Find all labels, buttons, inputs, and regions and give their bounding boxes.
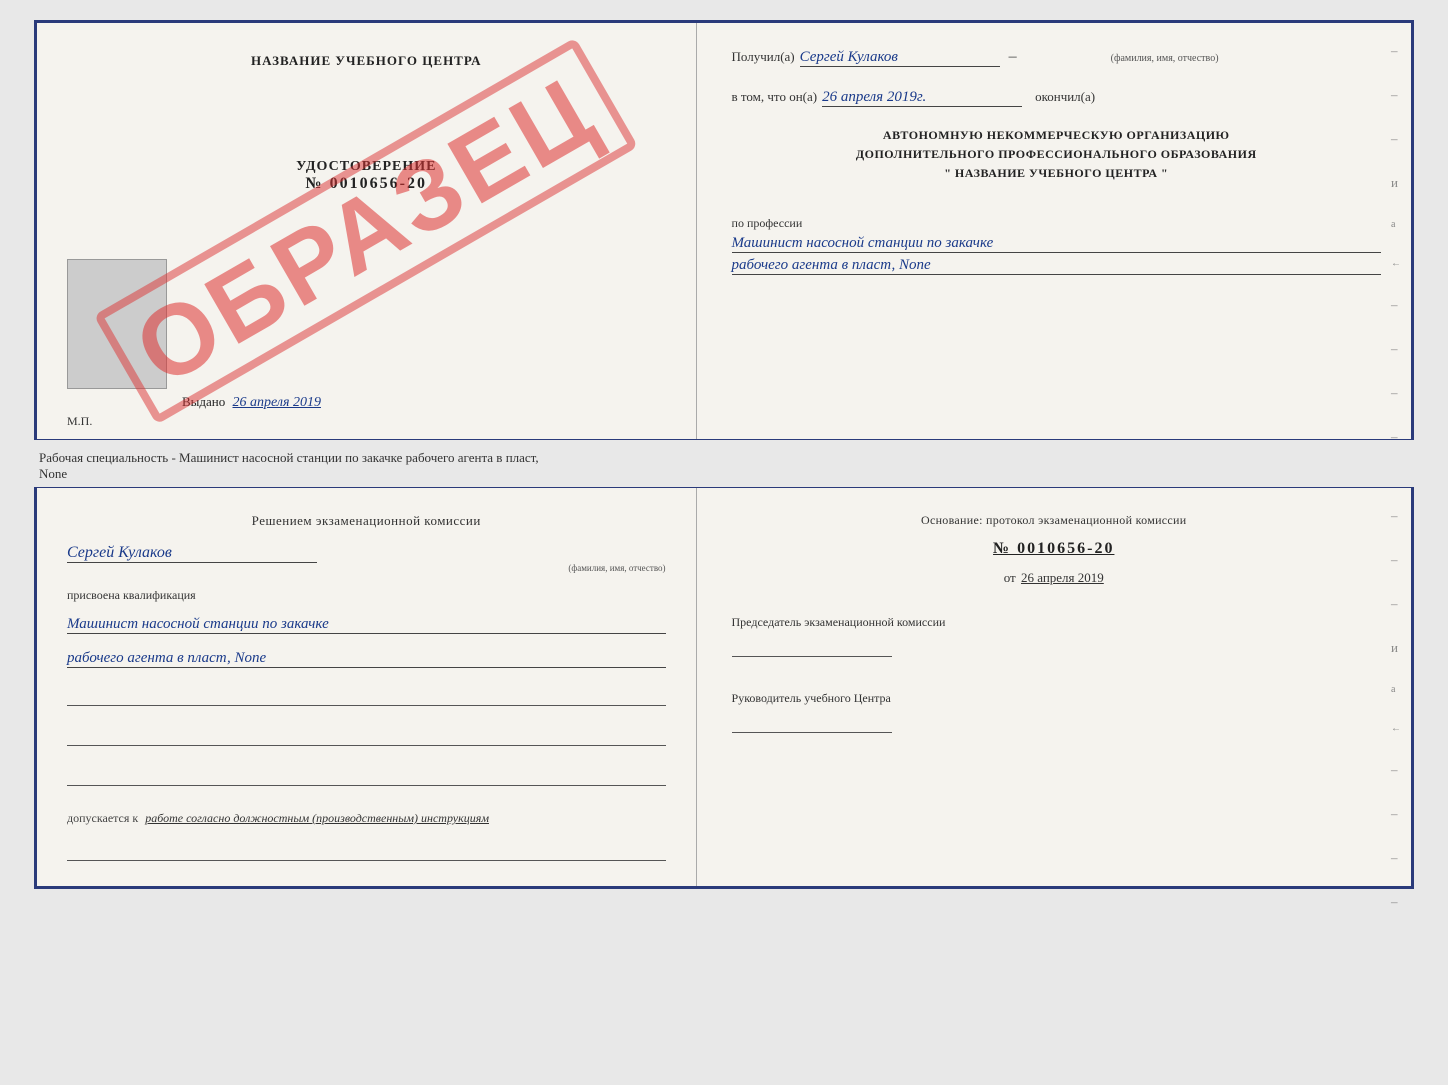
protocol-number: № 0010656-20 [732,540,1376,558]
org-line2: ДОПОЛНИТЕЛЬНОГО ПРОФЕССИОНАЛЬНОГО ОБРАЗО… [732,145,1381,164]
received-row: Получил(а) Сергей Кулаков – (фамилия, им… [732,48,1381,67]
received-label: Получил(а) [732,49,795,65]
cert-label: УДОСТОВЕРЕНИЕ [296,159,436,175]
issued-date-value: 26 апреля 2019 [233,395,321,410]
org-line3: " НАЗВАНИЕ УЧЕБНОГО ЦЕНТРА " [732,164,1381,183]
date-label: в том, что он(а) [732,89,818,105]
org-block: АВТОНОМНУЮ НЕКОММЕРЧЕСКУЮ ОРГАНИЗАЦИЮ ДО… [732,126,1381,184]
issued-label: Выдано [182,394,225,409]
issued-date: Выдано 26 апреля 2019 [182,394,321,411]
basis-text: Основание: протокол экзаменационной коми… [732,513,1376,528]
head-block: Руководитель учебного Центра [732,689,1376,738]
blank-line-1 [67,686,666,706]
bottom-name: Сергей Кулаков [67,544,317,563]
допускается-block: допускается к работе согласно должностны… [67,811,666,826]
head-label: Руководитель учебного Центра [732,689,1376,708]
profession-line1: Машинист насосной станции по закачке [732,235,1381,253]
protocol-date: от 26 апреля 2019 [732,570,1376,586]
assigned-label: присвоена квалификация [67,588,666,603]
center-title: НАЗВАНИЕ УЧЕБНОГО ЦЕНТРА [251,53,482,69]
chairman-line [732,637,892,657]
blank-line-4 [67,841,666,861]
date-row: в том, что он(а) 26 апреля 2019г. окончи… [732,89,1381,107]
chairman-label: Председатель экзаменационной комиссии [732,613,1376,632]
qualification-line2: рабочего агента в пласт, None [67,650,666,668]
cert-left-panel: НАЗВАНИЕ УЧЕБНОГО ЦЕНТРА ОБРАЗЕЦ УДОСТОВ… [37,23,697,439]
top-certificate: НАЗВАНИЕ УЧЕБНОГО ЦЕНТРА ОБРАЗЕЦ УДОСТОВ… [34,20,1414,440]
document-container: НАЗВАНИЕ УЧЕБНОГО ЦЕНТРА ОБРАЗЕЦ УДОСТОВ… [34,20,1414,889]
head-line [732,713,892,733]
right-dashes-top: – – – и а ← – – – – [1391,23,1401,445]
mp-text: М.П. [67,414,92,429]
finished-label: окончил(а) [1035,89,1095,105]
watermark-образец: ОБРАЗЕЦ [94,37,639,424]
cert-right-panel: Получил(а) Сергей Кулаков – (фамилия, им… [697,23,1411,439]
bottom-left-panel: Решением экзаменационной комиссии Сергей… [37,488,697,886]
right-dashes-bottom: – – – и а ← – – – – [1391,508,1401,910]
bottom-certificate: Решением экзаменационной комиссии Сергей… [34,487,1414,889]
name-hint-top: (фамилия, имя, отчество) [1111,53,1219,64]
blank-line-3 [67,766,666,786]
date-value: 26 апреля 2019г. [822,89,1022,107]
chairman-block: Председатель экзаменационной комиссии [732,613,1376,662]
blank-line-2 [67,726,666,746]
допускается-label: допускается к [67,811,138,825]
decision-text: Решением экзаменационной комиссии [67,513,666,529]
bottom-right-panel: Основание: протокол экзаменационной коми… [697,488,1411,886]
protocol-date-label: от [1004,570,1016,585]
допускается-value: работе согласно должностным (производств… [145,811,489,825]
received-name: Сергей Кулаков [800,49,1000,67]
bottom-name-block: Сергей Кулаков (фамилия, имя, отчество) [67,544,666,573]
org-line1: АВТОНОМНУЮ НЕКОММЕРЧЕСКУЮ ОРГАНИЗАЦИЮ [732,126,1381,145]
separator-label: Рабочая специальность - Машинист насосно… [39,450,539,481]
qualification-line1: Машинист насосной станции по закачке [67,616,666,634]
bottom-name-hint: (фамилия, имя, отчество) [67,563,666,573]
cert-number: № 0010656-20 [296,175,436,193]
profession-block: по профессии Машинист насосной станции п… [732,208,1381,275]
separator-text: Рабочая специальность - Машинист насосно… [34,440,1414,487]
photo-placeholder [67,259,167,389]
protocol-date-value: 26 апреля 2019 [1021,570,1104,585]
profession-label: по профессии [732,216,1381,231]
cert-number-block: УДОСТОВЕРЕНИЕ № 0010656-20 [296,159,436,193]
profession-line2: рабочего агента в пласт, None [732,257,1381,275]
